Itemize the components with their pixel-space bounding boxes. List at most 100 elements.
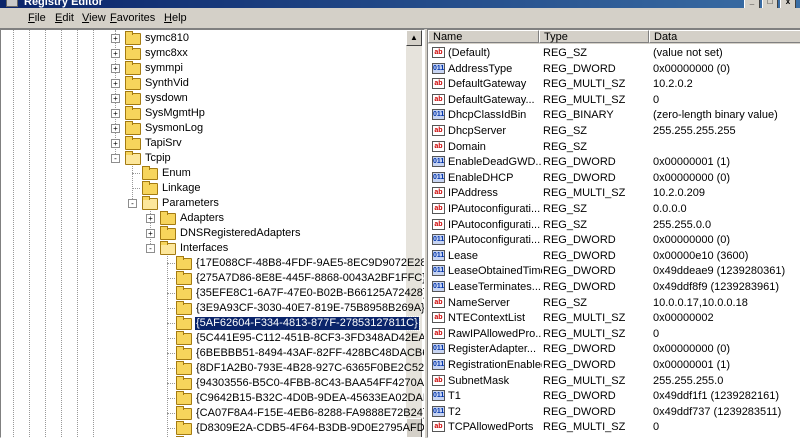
tree-node[interactable]: {94303556-B5C0-4FBB-8C43-BAA54FF4270A} [1, 376, 424, 391]
tree-node-label[interactable]: DNSRegisteredAdapters [179, 227, 301, 240]
collapse-icon[interactable]: - [128, 199, 137, 208]
tree-node-label[interactable]: TapiSrv [144, 137, 183, 150]
tree-node-label[interactable]: {275A7D86-8E8E-445F-8868-0043A2BF1FFC} [195, 272, 424, 285]
value-row[interactable]: ab NTEContextList REG_MULTI_SZ 0x00000002 [428, 310, 800, 326]
tree-node-label[interactable]: Enum [161, 167, 192, 180]
tree-node[interactable]: - Interfaces [1, 241, 406, 256]
tree-node[interactable]: Enum [1, 166, 406, 181]
tree-node-label[interactable]: Linkage [161, 182, 202, 195]
value-row[interactable]: 011 Lease REG_DWORD 0x00000e10 (3600) [428, 248, 800, 264]
tree-node-label[interactable]: SynthVid [144, 77, 190, 90]
value-row[interactable]: ab NameServer REG_SZ 10.0.0.17,10.0.0.18 [428, 295, 800, 311]
tree-node[interactable]: {17E088CF-48B8-4FDF-9AE5-8EC9D9072E28} [1, 256, 424, 271]
tree-node-label[interactable]: Interfaces [179, 242, 229, 255]
tree-node[interactable]: {C9642B15-B32C-4D0B-9DEA-45633EA02DAF} [1, 391, 424, 406]
expand-icon[interactable]: + [111, 49, 120, 58]
tree-node[interactable]: + symc8xx [1, 46, 406, 61]
value-row[interactable]: 011 LeaseTerminates... REG_DWORD 0x49ddf8f9… [428, 279, 800, 295]
tree-node[interactable]: {35EFE8C1-6A7F-47E0-B02B-B66125A72428} [1, 286, 424, 301]
tree-vertical-scrollbar[interactable]: ▲ [406, 30, 422, 437]
expand-icon[interactable]: + [111, 139, 120, 148]
tree-node-label[interactable]: {CA07F8A4-F15E-4EB6-8288-FA9888E72B24} [195, 407, 424, 420]
tree-node-label[interactable]: Tcpip [144, 152, 172, 165]
tree-node[interactable]: {CA07F8A4-F15E-4EB6-8288-FA9888E72B24} [1, 406, 424, 421]
column-header-type[interactable]: Type [539, 30, 649, 43]
column-header-data[interactable]: Data [649, 30, 800, 43]
tree-node-label[interactable]: SysMgmtHp [144, 107, 206, 120]
value-row[interactable]: ab SubnetMask REG_MULTI_SZ 255.255.255.0 [428, 373, 800, 389]
tree-node-label[interactable]: {D8309E2A-CDB5-4F64-B3DB-9D0E2795AFD1} [195, 422, 424, 435]
tree-node-label-selected[interactable]: {5AF62604-F334-4813-877F-27853127811C} [194, 316, 420, 331]
value-row[interactable]: ab TCPAllowedPorts REG_MULTI_SZ 0 [428, 419, 800, 435]
tree-node[interactable]: + symmpi [1, 61, 406, 76]
value-row[interactable]: 011 AddressType REG_DWORD 0x00000000 (0) [428, 61, 800, 77]
tree-node-label[interactable]: Parameters [161, 197, 220, 210]
tree-node-label[interactable]: {6BEBBB51-8494-43AF-82FF-428BC48DACB6} [195, 347, 424, 360]
value-row[interactable]: ab DhcpServer REG_SZ 255.255.255.255 [428, 123, 800, 139]
tree-node-label[interactable]: {3E9A93CF-3030-40E7-819E-75B8958B269A} [195, 302, 424, 315]
value-row[interactable]: 011 DhcpClassIdBin REG_BINARY (zero-length … [428, 107, 800, 123]
menu-item[interactable]: View [82, 12, 106, 24]
tree-node[interactable]: + SysmonLog [1, 121, 406, 136]
values-list-pane[interactable]: Name Type Data ab (Default) REG_SZ (value n… [427, 29, 800, 438]
tree-node[interactable]: + sysdown [1, 91, 406, 106]
tree-node[interactable]: + SysMgmtHp [1, 106, 406, 121]
expand-icon[interactable]: + [111, 109, 120, 118]
value-row[interactable]: ab IPAutoconfigurati... REG_SZ 0.0.0.0 [428, 201, 800, 217]
expand-icon[interactable]: + [111, 64, 120, 73]
tree-node[interactable]: {D8309E2A-CDB5-4F64-B3DB-9D0E2795AFD1} [1, 421, 424, 436]
tree-node[interactable]: + DNSRegisteredAdapters [1, 226, 406, 241]
tree-node[interactable]: {6BEBBB51-8494-43AF-82FF-428BC48DACB6} [1, 346, 424, 361]
tree-node[interactable]: + TapiSrv [1, 136, 406, 151]
tree-node-label[interactable]: {C9642B15-B32C-4D0B-9DEA-45633EA02DAF} [195, 392, 424, 405]
expand-icon[interactable]: + [111, 34, 120, 43]
expand-icon[interactable]: + [146, 214, 155, 223]
tree-node[interactable]: + symc810 [1, 31, 406, 46]
expand-icon[interactable]: + [146, 229, 155, 238]
tree-node[interactable]: Linkage [1, 181, 406, 196]
scroll-up-button[interactable]: ▲ [406, 30, 422, 46]
tree-node-label[interactable]: sysdown [144, 92, 189, 105]
value-row[interactable]: ab IPAutoconfigurati... REG_SZ 255.255.0.0 [428, 217, 800, 233]
value-row[interactable]: ab IPAddress REG_MULTI_SZ 10.2.0.209 [428, 185, 800, 201]
title-bar[interactable]: Registry Editor _ □ x [0, 0, 800, 9]
tree-node-label[interactable]: {94303556-B5C0-4FBB-8C43-BAA54FF4270A} [195, 377, 424, 390]
value-row[interactable]: 011 T1 REG_DWORD 0x49ddf1f1 (1239282161) [428, 388, 800, 404]
tree-node[interactable]: - Parameters [1, 196, 406, 211]
menu-item[interactable]: Edit [55, 12, 74, 24]
collapse-icon[interactable]: - [111, 154, 120, 163]
menu-item[interactable]: File [28, 12, 46, 24]
value-row[interactable]: 011 LeaseObtainedTime REG_DWORD 0x49ddeae9 … [428, 263, 800, 279]
tree-node-label[interactable]: {5C441E95-C112-451B-8CF3-3FD348AD42EA} [195, 332, 424, 345]
tree-node-label[interactable]: SysmonLog [144, 122, 204, 135]
tree-node-label[interactable]: {17E088CF-48B8-4FDF-9AE5-8EC9D9072E28} [195, 257, 424, 270]
menu-item[interactable]: Favorites [110, 12, 155, 24]
value-row[interactable]: ab RawIPAllowedPro... REG_MULTI_SZ 0 [428, 326, 800, 342]
value-row[interactable]: 011 IPAutoconfigurati... REG_DWORD 0x000000… [428, 232, 800, 248]
value-row[interactable]: 011 T2 REG_DWORD 0x49ddf737 (1239283511) [428, 404, 800, 420]
value-row[interactable]: ab Domain REG_SZ [428, 139, 800, 155]
value-row[interactable]: 011 EnableDeadGWD... REG_DWORD 0x00000001 (… [428, 154, 800, 170]
tree-node-label[interactable]: symc8xx [144, 47, 189, 60]
key-tree-pane[interactable]: ▲ + symc810 + symc8xx + symmpi + SynthVid + sysdo… [0, 29, 425, 438]
value-row[interactable]: 011 RegistrationEnabled REG_DWORD 0x0000000… [428, 357, 800, 373]
tree-node[interactable]: {5AF62604-F334-4813-877F-27853127811C} [1, 316, 420, 331]
value-row[interactable]: ab DefaultGateway... REG_MULTI_SZ 0 [428, 92, 800, 108]
tree-node[interactable]: - Tcpip [1, 151, 406, 166]
tree-node-label[interactable]: {35EFE8C1-6A7F-47E0-B02B-B66125A72428} [195, 287, 424, 300]
tree-node[interactable]: + Adapters [1, 211, 406, 226]
column-header-name[interactable]: Name [428, 30, 539, 43]
tree-node[interactable]: {8DF1A2B0-793E-4B28-927C-6365F0BE2C52} [1, 361, 424, 376]
tree-node-label[interactable]: symc810 [144, 32, 190, 45]
expand-icon[interactable]: + [111, 79, 120, 88]
value-row[interactable]: ab DefaultGateway REG_MULTI_SZ 10.2.0.2 [428, 76, 800, 92]
tree-node[interactable]: {5C441E95-C112-451B-8CF3-3FD348AD42EA} [1, 331, 424, 346]
tree-node-label[interactable]: symmpi [144, 62, 184, 75]
tree-node[interactable]: {275A7D86-8E8E-445F-8868-0043A2BF1FFC} [1, 271, 424, 286]
tree-node-label[interactable]: Adapters [179, 212, 225, 225]
value-row[interactable]: 011 EnableDHCP REG_DWORD 0x00000000 (0) [428, 170, 800, 186]
value-row[interactable]: 011 RegisterAdapter... REG_DWORD 0x00000000… [428, 341, 800, 357]
tree-node[interactable]: + SynthVid [1, 76, 406, 91]
value-row[interactable]: ab (Default) REG_SZ (value not set) [428, 45, 800, 61]
menu-item[interactable]: Help [164, 12, 187, 24]
